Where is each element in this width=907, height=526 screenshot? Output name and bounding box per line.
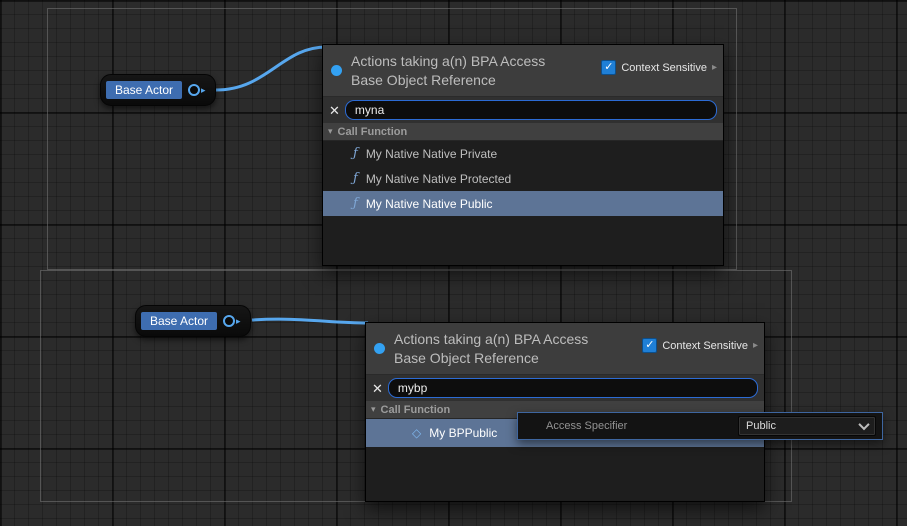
chevron-right-icon[interactable]: ▸ (712, 62, 717, 73)
context-sensitive-label: Context Sensitive (621, 62, 707, 74)
item-label: My Native Native Public (366, 197, 493, 211)
menu-title-line1: Actions taking a(n) BPA Access (394, 330, 588, 349)
object-pin-icon (374, 343, 385, 354)
context-sensitive-toggle[interactable]: ✓ Context Sensitive ▸ (642, 338, 758, 353)
menu-title: Actions taking a(n) BPA Access Base Obje… (394, 330, 588, 368)
context-sensitive-toggle[interactable]: ✓ Context Sensitive ▸ (601, 60, 717, 75)
context-sensitive-checkbox[interactable]: ✓ (601, 60, 616, 75)
pin-arrow-icon: ▸ (236, 317, 241, 326)
list-item-my-native-native-protected[interactable]: ƒ My Native Native Protected (323, 166, 723, 191)
menu-title-line2: Base Object Reference (351, 71, 545, 90)
menu-header: Actions taking a(n) BPA Access Base Obje… (366, 323, 764, 375)
chevron-down-icon (858, 419, 869, 430)
object-output-pin[interactable]: ▸ (188, 84, 206, 96)
collapse-arrow-icon[interactable]: ▾ (328, 127, 333, 136)
blueprint-graph[interactable]: Base Actor ▸ Base Actor ▸ Actions taking… (0, 0, 907, 526)
menu-title-line1: Actions taking a(n) BPA Access (351, 52, 545, 71)
function-icon: ƒ (353, 146, 358, 161)
check-icon: ✓ (604, 62, 613, 73)
pin-circle-icon (188, 84, 200, 96)
menu-title-line2: Base Object Reference (394, 349, 588, 368)
list-item-my-native-native-public[interactable]: ƒ My Native Native Public (323, 191, 723, 216)
context-sensitive-checkbox[interactable]: ✓ (642, 338, 657, 353)
search-row: ✕ (323, 97, 723, 123)
base-actor-node-bottom[interactable]: Base Actor ▸ (135, 305, 251, 337)
function-icon: ƒ (353, 171, 358, 186)
action-list: ƒ My Native Native Private ƒ My Native N… (323, 141, 723, 265)
base-actor-node-top[interactable]: Base Actor ▸ (100, 74, 216, 106)
pin-circle-icon (223, 315, 235, 327)
list-item-my-native-native-private[interactable]: ƒ My Native Native Private (323, 141, 723, 166)
access-specifier-label: Access Specifier (546, 420, 627, 432)
node-title: Base Actor (106, 81, 182, 99)
chevron-right-icon[interactable]: ▸ (753, 340, 758, 351)
category-call-function[interactable]: ▾ Call Function (323, 123, 723, 141)
connection-wire-bottom[interactable] (252, 319, 368, 323)
item-label: My BPPublic (429, 426, 497, 440)
search-input[interactable] (345, 100, 717, 120)
search-input[interactable] (388, 378, 758, 398)
item-label: My Native Native Private (366, 147, 497, 161)
function-icon: ƒ (353, 196, 358, 211)
connection-wire-top[interactable] (216, 47, 328, 90)
item-label: My Native Native Protected (366, 172, 511, 186)
menu-header: Actions taking a(n) BPA Access Base Obje… (323, 45, 723, 97)
menu-title: Actions taking a(n) BPA Access Base Obje… (351, 52, 545, 90)
object-output-pin[interactable]: ▸ (223, 315, 241, 327)
search-row: ✕ (366, 375, 764, 401)
object-pin-icon (331, 65, 342, 76)
pin-arrow-icon: ▸ (201, 86, 206, 95)
dropdown-value: Public (746, 420, 776, 432)
clear-search-icon[interactable]: ✕ (372, 382, 383, 395)
category-label: Call Function (338, 126, 408, 138)
access-specifier-dropdown[interactable]: Public (738, 416, 876, 436)
node-title: Base Actor (141, 312, 217, 330)
check-icon: ✓ (645, 340, 654, 351)
collapse-arrow-icon[interactable]: ▾ (371, 405, 376, 414)
context-sensitive-label: Context Sensitive (662, 340, 748, 352)
category-label: Call Function (381, 404, 451, 416)
function-diamond-icon: ◇ (412, 426, 421, 440)
clear-search-icon[interactable]: ✕ (329, 104, 340, 117)
context-action-menu-top: Actions taking a(n) BPA Access Base Obje… (322, 44, 724, 266)
access-specifier-tooltip: Access Specifier Public (517, 412, 883, 440)
